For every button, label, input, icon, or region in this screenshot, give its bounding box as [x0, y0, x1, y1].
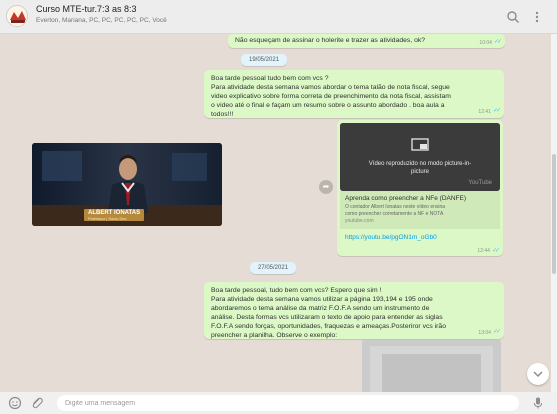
group-members: Everton, Mariana, PC, PC, PC, PC, PC, Vo…: [36, 17, 167, 24]
message-line: o video até o final e façam um resumo so…: [211, 102, 445, 110]
message-bubble[interactable]: Boa tarde pessoal, tudo bem com vcs? Esp…: [204, 282, 504, 339]
attach-icon[interactable]: [30, 396, 44, 410]
group-avatar[interactable]: [6, 5, 28, 27]
message-line: Boa tarde pessoal tudo bem com vcs ?: [211, 75, 329, 82]
message-text: Não esqueçam de assinar o holerite e tra…: [235, 37, 426, 44]
message-line: todos!!!: [211, 111, 234, 119]
message-line: abordaremos o tema análise da matriz F.O…: [211, 305, 430, 313]
forward-icon[interactable]: ➦: [319, 180, 333, 194]
message-bubble[interactable]: Não esqueçam de assinar o holerite e tra…: [228, 34, 505, 48]
message-input[interactable]: [57, 395, 519, 411]
link-preview-card[interactable]: Aprenda como preencher a NFe (DANFE) O c…: [340, 191, 500, 229]
message-line: Boa tarde pessoal, tudo bem com vcs? Esp…: [211, 287, 382, 294]
group-title: Curso MTE-tur.7:3 as 8:3: [36, 4, 137, 14]
message-meta: 12:44 ✓✓: [477, 247, 500, 255]
message-line: preencher a planilha. Observe o exemplo:: [211, 332, 338, 340]
compose-bar: [0, 392, 557, 414]
scroll-down-button[interactable]: [527, 363, 549, 385]
emoji-icon[interactable]: [8, 396, 22, 410]
message-line: análise. Desta formas vcs utilizaram o t…: [211, 314, 443, 322]
message-line: Para atividade desta semana vamos aborda…: [211, 84, 450, 92]
pip-notice-line: picture: [410, 168, 429, 175]
message-bubble[interactable]: Boa tarde pessoal tudo bem com vcs ? Par…: [204, 70, 504, 118]
message-meta: 13:04 ✓✓: [478, 329, 501, 337]
message-line: F.O.F.A sendo forças, oportunidades, fra…: [211, 323, 446, 331]
scrollbar[interactable]: [551, 34, 557, 392]
read-ticks-icon: ✓✓: [491, 248, 500, 254]
message-time: 13:04: [478, 329, 491, 336]
message-meta: 10:04 ✓✓: [479, 39, 502, 47]
chevron-down-icon: [533, 371, 543, 378]
pip-notice: Vídeo reproduzido no modo picture-in- pi…: [350, 161, 490, 177]
read-ticks-icon: ✓✓: [492, 108, 501, 115]
link-description: O contador Albert Ionatas neste vídeo en…: [345, 204, 495, 217]
message-time: 10:04: [479, 39, 492, 46]
scrollbar-thumb[interactable]: [552, 154, 556, 274]
date-separator: 27/05/2021: [250, 262, 297, 274]
date-separator: 19/05/2021: [241, 54, 288, 66]
menu-icon[interactable]: [530, 10, 544, 24]
link-domain: youtube.com: [345, 218, 374, 224]
microphone-icon[interactable]: [531, 396, 545, 410]
video-player-pip[interactable]: ALBERT IONATAS Professor | Sócio Dec: [32, 143, 222, 226]
message-line: Para atividade desta semana vamos utiliz…: [211, 296, 433, 304]
chat-header[interactable]: Curso MTE-tur.7:3 as 8:3 Everton, Marian…: [0, 0, 557, 34]
message-time: 12:41: [478, 108, 491, 115]
search-icon[interactable]: [506, 10, 520, 24]
link-title: Aprenda como preencher a NFe (DANFE): [345, 195, 467, 202]
message-time: 12:44: [477, 247, 490, 254]
link-description-line: como preencher corretamente a NF e NOTA: [345, 210, 444, 217]
read-ticks-icon: ✓✓: [493, 39, 502, 46]
presenter-subtitle: Professor | Sócio Dec: [88, 216, 127, 221]
youtube-logo: YouTube: [468, 180, 492, 186]
read-ticks-icon: ✓✓: [492, 329, 501, 336]
message-meta: 12:41 ✓✓: [478, 108, 501, 116]
youtube-preview[interactable]: Vídeo reproduzido no modo picture-in- pi…: [340, 123, 500, 191]
image-attachment[interactable]: [362, 340, 501, 396]
pip-notice-line: Vídeo reproduzido no modo picture-in-: [368, 161, 472, 167]
message-line: video explicativo sobre forma correta de…: [211, 93, 451, 101]
link-message-bubble[interactable]: Vídeo reproduzido no modo picture-in- pi…: [337, 120, 503, 256]
youtube-link[interactable]: https://youtu.be/pgON1m_oGb0: [345, 234, 437, 241]
